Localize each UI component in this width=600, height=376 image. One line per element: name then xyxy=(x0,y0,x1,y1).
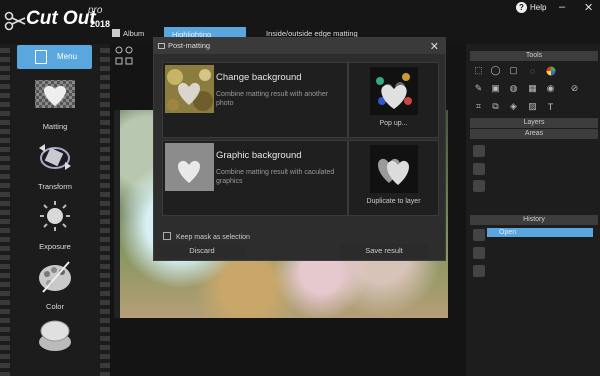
no-entry-icon[interactable]: ⊘ xyxy=(569,83,580,94)
dialog-window-icon xyxy=(158,43,165,49)
color-label: Color xyxy=(46,302,64,311)
text-icon[interactable]: T xyxy=(545,101,556,112)
sidebar-item-color[interactable]: Color xyxy=(26,258,84,311)
history-item-open[interactable]: Open xyxy=(487,228,593,237)
matting-icon xyxy=(35,80,75,108)
matting-label: Matting xyxy=(42,122,68,131)
square-select-icon[interactable]: ▢ xyxy=(508,65,519,76)
filmstrip-left xyxy=(0,44,10,376)
post-matting-dialog: Post-matting ✕ Change background Combine… xyxy=(153,37,446,261)
exposure-label: Exposure xyxy=(39,242,71,251)
change-background-title: Change background xyxy=(216,72,302,83)
crop-icon[interactable]: ⌗ xyxy=(473,101,484,112)
circle-select-icon[interactable]: ◌ xyxy=(527,65,538,76)
delete-area-icon[interactable] xyxy=(473,180,485,192)
graphic-background-option[interactable]: Graphic background Combine matting resul… xyxy=(162,140,348,216)
duplicate-to-layer-option[interactable]: Duplicate to layer xyxy=(348,140,439,216)
zoom-tools[interactable] xyxy=(113,45,143,67)
checkbox-icon xyxy=(163,232,171,240)
stamp-icon[interactable]: ▣ xyxy=(490,83,501,94)
redo-icon[interactable] xyxy=(473,247,485,259)
logo-year: 2018 xyxy=(90,19,111,29)
history-header: History xyxy=(470,215,598,225)
transform-label: Transform xyxy=(38,182,72,191)
image-icon[interactable]: ▨ xyxy=(527,101,538,112)
left-sidebar: Menu Matting Transform Exposure Color xyxy=(0,44,110,376)
sidebar-item-transform[interactable]: Transform xyxy=(26,138,84,191)
change-background-desc: Combine matting result with another phot… xyxy=(216,91,329,107)
undo-icon[interactable] xyxy=(473,229,485,241)
history-clear-icon[interactable] xyxy=(473,265,485,277)
tab-album-label: Album xyxy=(123,29,145,38)
photo-edge xyxy=(114,110,120,318)
layers-header[interactable]: Layers xyxy=(470,118,598,128)
resize-icon[interactable]: ⧉ xyxy=(490,101,501,112)
change-background-thumbnail xyxy=(165,65,214,113)
album-icon xyxy=(112,29,120,37)
dialog-titlebar: Post-matting ✕ xyxy=(154,38,445,54)
brush-icon[interactable]: ✎ xyxy=(473,83,484,94)
minimize-button[interactable]: – xyxy=(559,1,565,13)
duplicate-label: Duplicate to layer xyxy=(366,198,421,205)
filmstrip-right xyxy=(100,44,110,376)
discard-button[interactable]: Discard xyxy=(158,244,246,258)
add-area-icon[interactable] xyxy=(473,145,485,157)
save-result-button[interactable]: Save result xyxy=(340,244,428,258)
red-eye-icon[interactable]: ◉ xyxy=(545,83,556,94)
rect-select-icon[interactable]: ⬚ xyxy=(473,65,484,76)
areas-header[interactable]: Areas xyxy=(470,129,598,139)
close-window-button[interactable]: ✕ xyxy=(584,1,593,14)
dialog-close-icon[interactable]: ✕ xyxy=(430,39,439,55)
help-icon: ? xyxy=(516,2,527,13)
eraser-icon[interactable]: ◍ xyxy=(508,83,519,94)
menu-label: Menu xyxy=(57,52,78,61)
popup-thumbnail xyxy=(370,67,418,115)
menu-icon xyxy=(35,50,47,64)
color-wheel-icon[interactable] xyxy=(545,65,556,76)
dialog-title: Post-matting xyxy=(168,41,211,50)
logo-pro: pro xyxy=(88,5,103,16)
sidebar-item-matting[interactable]: Matting xyxy=(26,78,84,131)
ellipse-select-icon[interactable]: ◯ xyxy=(490,65,501,76)
popup-label: Pop up... xyxy=(379,120,408,127)
keep-mask-checkbox[interactable]: Keep mask as selection xyxy=(163,232,250,241)
logo-text: Cut Out xyxy=(26,8,96,29)
color-palette-icon xyxy=(39,261,71,293)
tools-header: Tools xyxy=(470,51,598,61)
change-background-option[interactable]: Change background Combine matting result… xyxy=(162,62,348,138)
menu-button[interactable]: Menu xyxy=(17,45,92,69)
compact-mirror-icon xyxy=(39,320,71,351)
shape-icon[interactable]: ◈ xyxy=(508,101,519,112)
duplicate-thumbnail xyxy=(370,145,418,193)
popup-option[interactable]: Pop up... xyxy=(348,62,439,138)
exposure-icon xyxy=(40,201,70,231)
scissors-icon xyxy=(4,11,26,31)
app-logo: Cut Out pro 2018 xyxy=(4,2,111,42)
help-label: Help xyxy=(530,3,547,12)
graphic-background-title: Graphic background xyxy=(216,150,302,161)
help-button[interactable]: ? Help xyxy=(516,2,546,13)
transform-icon xyxy=(39,144,71,170)
fill-icon[interactable]: ▦ xyxy=(527,83,538,94)
graphic-background-desc: Combine matting result with caculated gr… xyxy=(216,169,335,185)
keep-mask-label: Keep mask as selection xyxy=(176,234,250,241)
merge-area-icon[interactable] xyxy=(473,163,485,175)
tab-album[interactable]: Album xyxy=(112,29,144,38)
graphic-background-thumbnail xyxy=(165,143,214,191)
sidebar-item-exposure[interactable]: Exposure xyxy=(26,198,84,251)
sidebar-item-more[interactable] xyxy=(26,318,84,362)
